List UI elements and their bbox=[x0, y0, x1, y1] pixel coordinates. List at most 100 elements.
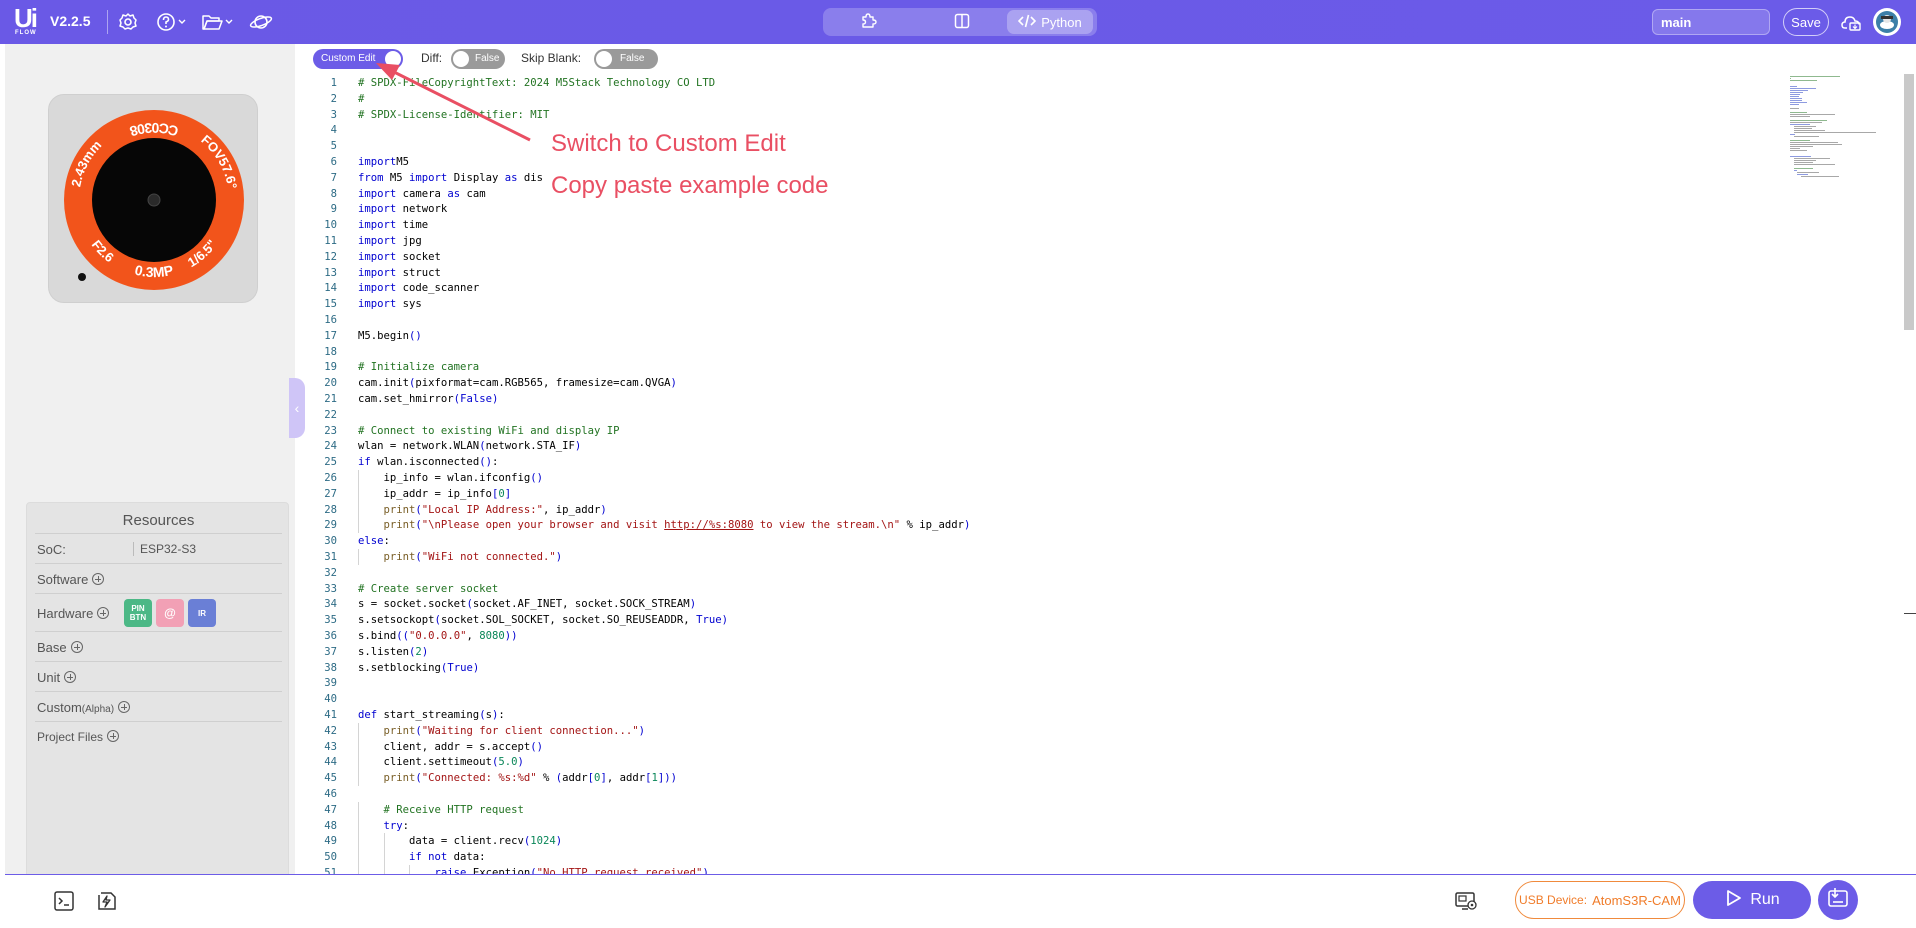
line-number: 24 bbox=[324, 440, 337, 453]
minimap-line bbox=[1790, 116, 1810, 117]
help-icon[interactable] bbox=[154, 9, 190, 35]
project-files-row[interactable]: Project Files bbox=[35, 721, 282, 751]
code-text: s.listen(2) bbox=[358, 645, 429, 658]
code-line: 13 import struct bbox=[305, 265, 1785, 281]
annotation-arrow bbox=[376, 63, 531, 142]
code-icon bbox=[1018, 14, 1037, 31]
minimap-line bbox=[1790, 100, 1802, 101]
line-number: 13 bbox=[324, 266, 337, 279]
soc-label: SoC: bbox=[37, 542, 66, 557]
software-row[interactable]: Software bbox=[35, 563, 282, 593]
line-number: 42 bbox=[324, 724, 337, 737]
code-line: 39 bbox=[305, 675, 1785, 691]
add-base-icon[interactable] bbox=[70, 641, 83, 653]
blocks-mode-button[interactable] bbox=[827, 10, 909, 34]
soc-row: SoC: ESP32-S3 bbox=[35, 533, 282, 563]
hardware-row[interactable]: Hardware PIN BTN @ IR bbox=[35, 593, 282, 631]
minimap-line bbox=[1793, 126, 1817, 127]
code-line: 33 # Create server socket bbox=[305, 581, 1785, 597]
code-text: import struct bbox=[358, 266, 441, 279]
wireless-chip-label: @ bbox=[164, 605, 176, 620]
minimap-line bbox=[1790, 124, 1810, 125]
code-text: # Connect to existing WiFi and display I… bbox=[358, 424, 620, 437]
line-number: 30 bbox=[324, 535, 337, 548]
flash-icon[interactable] bbox=[93, 888, 119, 914]
code-text: raise Exception("No HTTP request receive… bbox=[434, 867, 709, 874]
line-number: 41 bbox=[324, 709, 337, 721]
minimap-line bbox=[1793, 168, 1814, 169]
code-minimap[interactable] bbox=[1790, 74, 1890, 284]
download-device-icon bbox=[1826, 886, 1850, 915]
scrollbar-marker bbox=[1904, 613, 1916, 614]
run-button[interactable]: Run bbox=[1693, 881, 1811, 919]
add-hardware-icon[interactable] bbox=[97, 607, 110, 619]
puzzle-icon bbox=[859, 12, 877, 33]
skip-blank-toggle[interactable]: False bbox=[594, 49, 658, 69]
code-line: 18 bbox=[305, 344, 1785, 360]
avatar[interactable] bbox=[1873, 8, 1901, 36]
code-line: 26 ip_info = wlan.ifconfig() bbox=[305, 470, 1785, 486]
code-line: 31 print("WiFi not connected.") bbox=[305, 549, 1785, 565]
split-mode-button[interactable] bbox=[921, 10, 1003, 34]
divider bbox=[107, 10, 108, 34]
code-text: # Initialize camera bbox=[358, 361, 480, 374]
code-text: print("\nPlease open your browser and vi… bbox=[383, 519, 971, 532]
skip-blank-value: False bbox=[620, 53, 645, 64]
python-mode-button[interactable]: Python bbox=[1007, 10, 1093, 34]
camera-lens-illustration: CC0308 FOV57.6° 1/6.5" 0.3MP 2.43mm F2.6 bbox=[64, 110, 245, 290]
minimap-line bbox=[1793, 132, 1877, 133]
add-software-icon[interactable] bbox=[92, 573, 105, 585]
code-line: 35 s.setsockopt(socket.SOL_SOCKET, socket… bbox=[305, 612, 1785, 628]
minimap-line bbox=[1797, 174, 1808, 175]
add-unit-icon[interactable] bbox=[64, 671, 77, 683]
minimap-line bbox=[1790, 78, 1791, 79]
code-line: 22 bbox=[305, 407, 1785, 423]
terminal-icon[interactable] bbox=[51, 888, 77, 914]
usb-device-button[interactable]: USB Device: AtomS3R-CAM bbox=[1515, 881, 1685, 919]
add-project-file-icon[interactable] bbox=[107, 730, 120, 742]
download-device-button[interactable] bbox=[1818, 880, 1858, 920]
collapse-panel-button[interactable]: ‹ bbox=[289, 378, 305, 438]
code-text: import camera as cam bbox=[358, 187, 486, 200]
code-line: 24 wlan = network.WLAN(network.STA_IF) bbox=[305, 438, 1785, 454]
planet-icon[interactable] bbox=[248, 9, 274, 35]
code-text: client.settimeout(5.0) bbox=[358, 756, 524, 769]
line-number: 20 bbox=[324, 377, 337, 390]
unit-row[interactable]: Unit bbox=[35, 661, 282, 691]
code-line: 28 print("Local IP Address:", ip_addr) bbox=[305, 501, 1785, 518]
line-number: 49 bbox=[324, 835, 337, 848]
line-number: 44 bbox=[324, 756, 337, 769]
line-number: 8 bbox=[330, 187, 337, 200]
code-editor[interactable]: 1 # SPDX-FileCopyrightText: 2024 M5Stack … bbox=[305, 74, 1916, 874]
line-number: 48 bbox=[324, 819, 337, 832]
chevron-left-icon: ‹ bbox=[294, 400, 300, 416]
branch-name-input[interactable] bbox=[1652, 9, 1770, 35]
code-line: 47 # Receive HTTP request bbox=[305, 801, 1785, 818]
code-line: 38 s.setblocking(True) bbox=[305, 660, 1785, 676]
line-number: 25 bbox=[324, 456, 337, 469]
pin-button-chip[interactable]: PIN BTN bbox=[124, 599, 152, 627]
uiflow-logo: Ui FLOW bbox=[14, 5, 44, 39]
cloud-icon[interactable] bbox=[1839, 9, 1865, 35]
code-line: 43 client, addr = s.accept() bbox=[305, 738, 1785, 755]
svg-text:0.3MP: 0.3MP bbox=[133, 262, 174, 280]
ir-chip[interactable]: IR bbox=[188, 599, 216, 627]
minimap-line bbox=[1790, 114, 1835, 115]
line-number: 11 bbox=[324, 235, 337, 247]
device-manager-icon[interactable] bbox=[1453, 888, 1479, 914]
add-custom-icon[interactable] bbox=[118, 701, 131, 713]
code-text: print("WiFi not connected.") bbox=[383, 551, 563, 563]
minimap-line bbox=[1793, 128, 1812, 129]
wireless-chip[interactable]: @ bbox=[156, 599, 184, 627]
code-line: 25 if wlan.isconnected(): bbox=[305, 454, 1785, 470]
custom-row[interactable]: Custom(Alpha) bbox=[35, 691, 282, 721]
editor-scrollbar[interactable] bbox=[1904, 74, 1914, 330]
folder-icon[interactable] bbox=[200, 9, 236, 35]
gear-icon[interactable] bbox=[115, 9, 141, 35]
line-number: 12 bbox=[324, 250, 337, 263]
base-row[interactable]: Base bbox=[35, 631, 282, 661]
code-text: importM5 bbox=[358, 156, 410, 168]
code-line: 42 print("Waiting for client connection.… bbox=[305, 722, 1785, 739]
code-text: ip_addr = ip_info[0] bbox=[358, 487, 512, 500]
save-button[interactable]: Save bbox=[1783, 8, 1829, 36]
